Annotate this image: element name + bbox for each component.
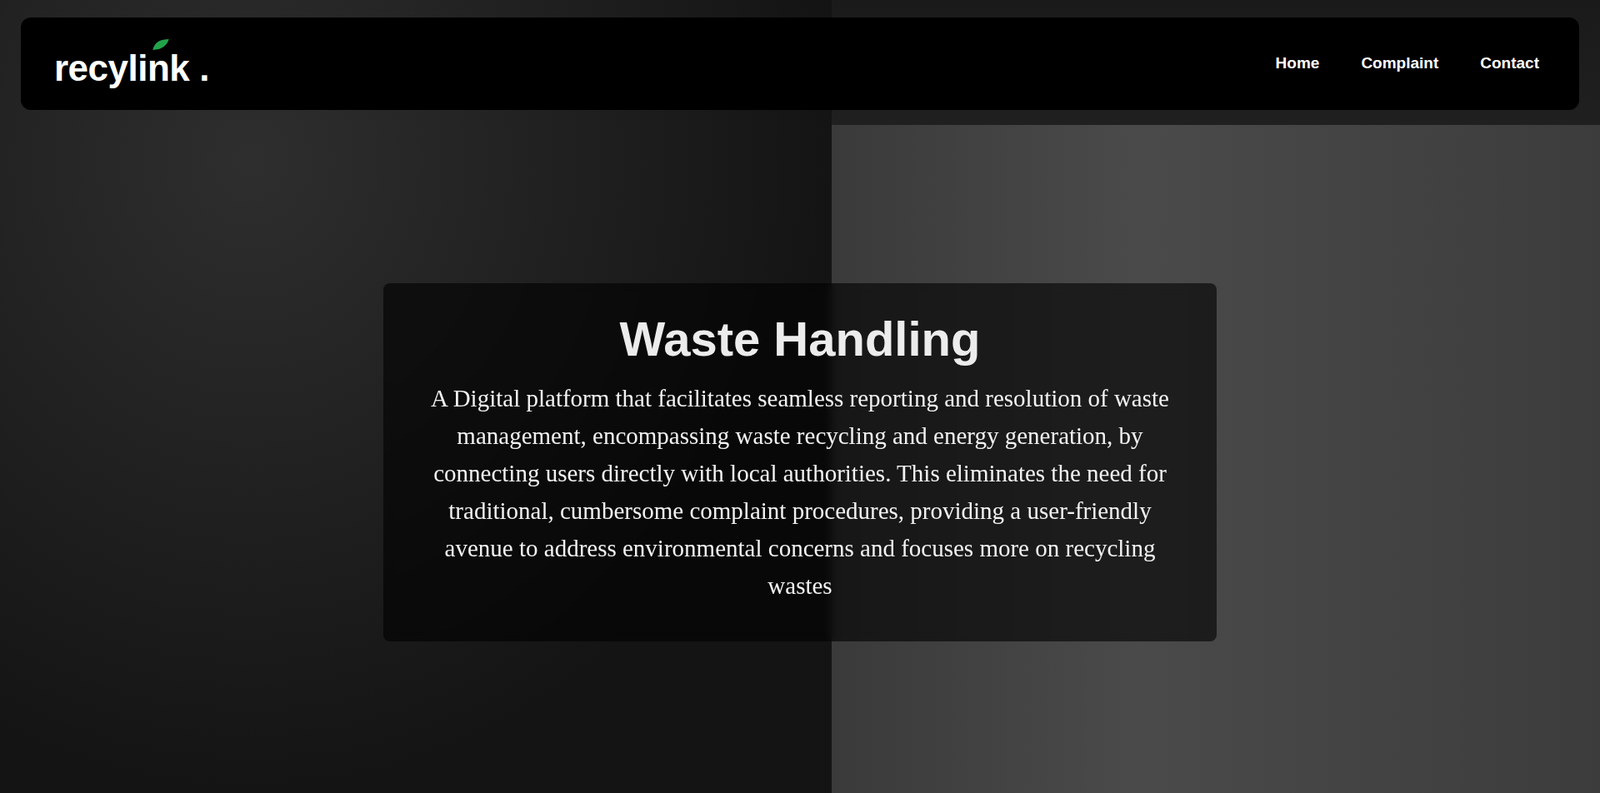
nav-link[interactable]: Complaint xyxy=(1360,51,1439,76)
logo-text: recylink xyxy=(54,50,190,87)
nav-link[interactable]: Contact xyxy=(1480,51,1540,76)
logo-dot: . xyxy=(199,50,210,87)
navbar: recylink. Home Complaint Contact xyxy=(20,17,1580,110)
hero-card: Waste Handling A Digital platform that fa… xyxy=(383,283,1217,642)
hero-description: A Digital platform that facilitates seam… xyxy=(425,380,1175,605)
logo[interactable]: recylink. xyxy=(54,41,210,87)
nav-links: Home Complaint Contact xyxy=(1275,51,1546,76)
leaf-icon xyxy=(151,38,170,51)
hero-title: Waste Handling xyxy=(620,310,981,369)
nav-link[interactable]: Home xyxy=(1275,51,1320,76)
page: recylink. Home Complaint Contact Waste Handl… xyxy=(0,0,1600,793)
